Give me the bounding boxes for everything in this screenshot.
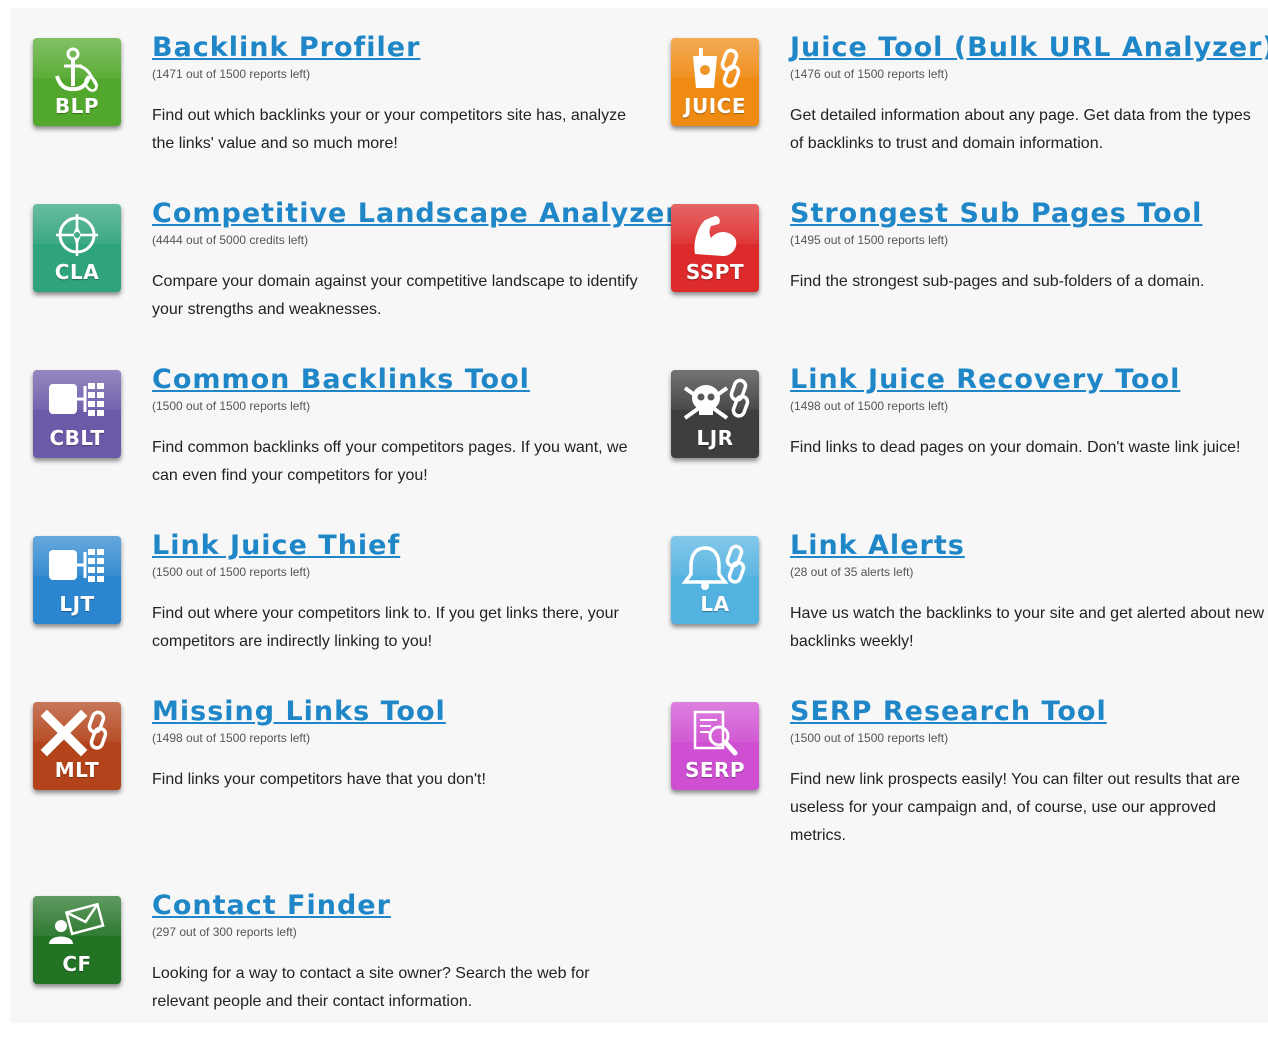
badge-abbr: LA [700,592,730,616]
tool-title-link[interactable]: Strongest Sub Pages Tool [790,198,1202,229]
badge-abbr: JUICE [684,94,746,118]
tool-quota: (297 out of 300 reports left) [152,925,297,939]
badge-abbr: CBLT [49,426,105,450]
tool-description: Find out where your competitors link to.… [152,605,619,650]
tool-link-juice-recovery: LJR Link Juice Recovery Tool (1498 out o… [671,364,1268,520]
tool-quota: (1498 out of 1500 reports left) [152,731,311,745]
badge-serp[interactable]: SERP [671,702,759,790]
badge-abbr: CF [62,952,92,976]
badge-gloss [33,896,121,937]
tool-description: Get detailed information about any page.… [790,107,1251,152]
tool-description: Find links to dead pages on your domain.… [790,439,1241,456]
badge-abbr: BLP [54,94,100,118]
badge-gloss [33,536,121,577]
tool-common-backlinks: CBLT Common Backlinks Tool (1500 out of … [33,364,633,520]
tool-title-link[interactable]: Competitive Landscape Analyzer [152,198,680,229]
tool-title-link[interactable]: Backlink Profiler [152,32,420,63]
tool-quota: (1500 out of 1500 reports left) [790,731,949,745]
badge-gloss [33,702,121,743]
tool-title-link[interactable]: Juice Tool (Bulk URL Analyzer) [790,32,1268,63]
tool-quota: (1476 out of 1500 reports left) [790,67,949,81]
tool-backlink-profiler: BLP Backlink Profiler (1471 out of 1500 … [33,32,633,188]
tool-title-link[interactable]: Missing Links Tool [152,696,446,727]
badge-gloss [33,370,121,411]
tool-title-link[interactable]: Contact Finder [152,890,391,921]
badge-gloss [671,536,759,577]
badge-gloss [33,38,121,79]
tool-description: Find new link prospects easily! You can … [790,771,1241,844]
badge-cblt[interactable]: CBLT [33,370,121,458]
badge-abbr: LJR [696,426,734,450]
badge-abbr: SERP [684,758,746,782]
tool-quota: (1495 out of 1500 reports left) [790,233,949,247]
badge-blp[interactable]: BLP [33,38,121,126]
tool-description: Find out which backlinks your or your co… [152,107,626,152]
tool-competitive-landscape-analyzer: CLA Competitive Landscape Analyzer (4444… [33,198,679,354]
tool-contact-finder: CF Contact Finder (297 out of 300 report… [33,890,633,1046]
tool-description: Looking for a way to contact a site owne… [152,965,590,1010]
tool-title-link[interactable]: SERP Research Tool [790,696,1107,727]
tool-quota: (28 out of 35 alerts left) [790,565,914,579]
tool-title-link[interactable]: Link Juice Recovery Tool [790,364,1180,395]
tool-description: Find common backlinks off your competito… [152,439,628,484]
badge-mlt[interactable]: MLT [33,702,121,790]
badge-gloss [671,702,759,743]
tool-title-link[interactable]: Common Backlinks Tool [152,364,530,395]
tool-strongest-sub-pages: SSPT Strongest Sub Pages Tool (1495 out … [671,198,1268,354]
tool-title-link[interactable]: Link Alerts [790,530,965,561]
badge-gloss [33,204,121,245]
badge-abbr: MLT [54,758,100,782]
badge-ljt[interactable]: LJT [33,536,121,624]
tool-link-juice-thief: LJT Link Juice Thief (1500 out of 1500 r… [33,530,633,686]
tool-quota: (1471 out of 1500 reports left) [152,67,311,81]
tool-juice-tool: JUICE Juice Tool (Bulk URL Analyzer) (14… [671,32,1268,188]
badge-sspt[interactable]: SSPT [671,204,759,292]
badge-juice[interactable]: JUICE [671,38,759,126]
tool-description: Find links your competitors have that yo… [152,771,486,788]
tool-quota: (1500 out of 1500 reports left) [152,565,311,579]
tool-quota: (1500 out of 1500 reports left) [152,399,311,413]
badge-ljr[interactable]: LJR [671,370,759,458]
badge-la[interactable]: LA [671,536,759,624]
tool-description: Have us watch the backlinks to your site… [790,605,1265,650]
tool-quota: (4444 out of 5000 credits left) [152,233,309,247]
tools-panel: BLP Backlink Profiler (1471 out of 1500 … [10,8,1268,1023]
tool-missing-links: MLT Missing Links Tool (1498 out of 1500… [33,696,633,852]
tool-quota: (1498 out of 1500 reports left) [790,399,949,413]
badge-cf[interactable]: CF [33,896,121,984]
badge-abbr: LJT [59,592,95,616]
tool-description: Find the strongest sub-pages and sub-fol… [790,273,1205,290]
tool-serp-research: SERP SERP Research Tool (1500 out of 150… [671,696,1268,852]
badge-abbr: CLA [54,260,100,284]
tool-link-alerts: LA Link Alerts (28 out of 35 alerts left… [671,530,1268,686]
tool-description: Compare your domain against your competi… [152,273,638,318]
badge-gloss [671,38,759,79]
badge-cla[interactable]: CLA [33,204,121,292]
badge-abbr: SSPT [685,260,745,284]
badge-gloss [671,204,759,245]
tool-title-link[interactable]: Link Juice Thief [152,530,400,561]
badge-gloss [671,370,759,411]
